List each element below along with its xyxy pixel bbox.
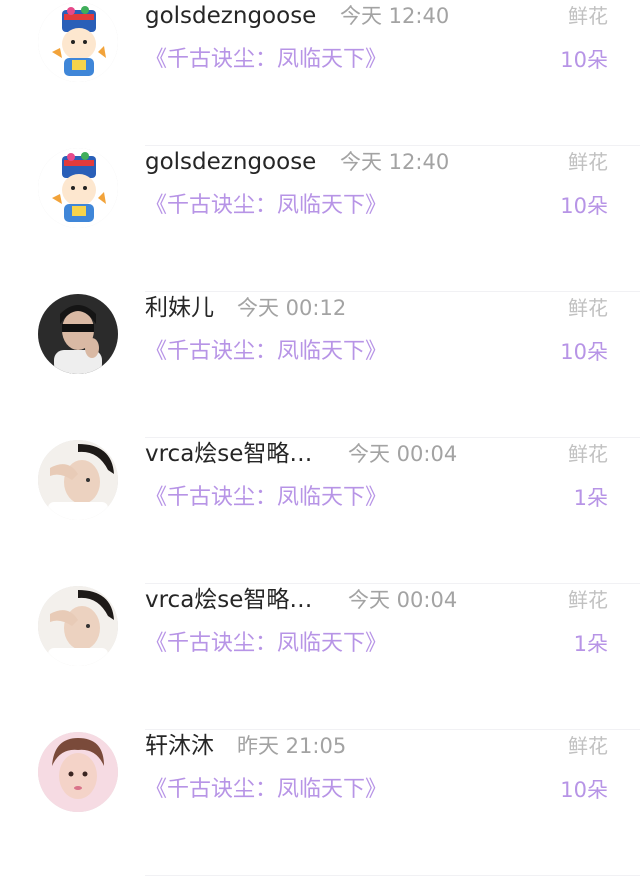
user-avatar[interactable] <box>38 294 118 374</box>
gift-count: 10朵 <box>560 48 608 72</box>
gift-type-label: 鲜花 <box>568 442 608 466</box>
dark-portrait-avatar-icon <box>38 294 118 374</box>
gift-time: 今天 00:04 <box>348 442 458 466</box>
gift-count: 1朵 <box>573 486 608 510</box>
gift-record-row[interactable]: golsdezngoose 今天 12:40 《千古诀尘：凤临天下》 鲜花 10… <box>0 146 640 292</box>
gift-record-row[interactable]: 利妹儿 今天 00:12 《千古诀尘：凤临天下》 鲜花 10朵 <box>0 292 640 438</box>
book-title[interactable]: 《千古诀尘：凤临天下》 <box>145 770 387 810</box>
user-avatar[interactable] <box>38 2 118 82</box>
gift-record-row[interactable]: 轩沐沐 昨天 21:05 《千古诀尘：凤临天下》 鲜花 10朵 <box>0 730 640 876</box>
user-avatar[interactable] <box>38 732 118 812</box>
gift-count: 1朵 <box>573 632 608 656</box>
book-title[interactable]: 《千古诀尘：凤临天下》 <box>145 624 387 664</box>
pink-portrait-avatar-icon <box>38 732 118 812</box>
gift-time: 今天 12:40 <box>340 4 450 28</box>
book-title[interactable]: 《千古诀尘：凤临天下》 <box>145 478 387 518</box>
gift-type-label: 鲜花 <box>568 734 608 758</box>
user-avatar[interactable] <box>38 586 118 666</box>
username[interactable]: vrca烩se智略… <box>145 432 312 476</box>
gift-record-row[interactable]: golsdezngoose 今天 12:40 《千古诀尘：凤临天下》 鲜花 10… <box>0 0 640 146</box>
username[interactable]: golsdezngoose <box>145 140 316 184</box>
user-avatar[interactable] <box>38 148 118 228</box>
gift-time: 今天 00:12 <box>237 296 347 320</box>
gift-type-label: 鲜花 <box>568 296 608 320</box>
light-portrait-avatar-icon <box>38 440 118 520</box>
username[interactable]: golsdezngoose <box>145 0 316 38</box>
gift-type-label: 鲜花 <box>568 150 608 174</box>
gift-record-row[interactable]: vrca烩se智略… 今天 00:04 《千古诀尘：凤临天下》 鲜花 1朵 <box>0 584 640 730</box>
light-portrait-avatar-icon <box>38 586 118 666</box>
username[interactable]: vrca烩se智略… <box>145 578 312 622</box>
gift-time: 今天 12:40 <box>340 150 450 174</box>
gift-type-label: 鲜花 <box>568 588 608 612</box>
gift-count: 10朵 <box>560 194 608 218</box>
book-title[interactable]: 《千古诀尘：凤临天下》 <box>145 40 387 80</box>
book-title[interactable]: 《千古诀尘：凤临天下》 <box>145 186 387 226</box>
gift-time: 今天 00:04 <box>348 588 458 612</box>
cartoon-costume-avatar-icon <box>38 2 118 82</box>
username[interactable]: 利妹儿 <box>145 286 214 330</box>
gift-time: 昨天 21:05 <box>237 734 347 758</box>
gift-type-label: 鲜花 <box>568 4 608 28</box>
gift-record-list: golsdezngoose 今天 12:40 《千古诀尘：凤临天下》 鲜花 10… <box>0 0 640 876</box>
gift-record-row[interactable]: vrca烩se智略… 今天 00:04 《千古诀尘：凤临天下》 鲜花 1朵 <box>0 438 640 584</box>
username[interactable]: 轩沐沐 <box>145 724 214 768</box>
gift-count: 10朵 <box>560 778 608 802</box>
book-title[interactable]: 《千古诀尘：凤临天下》 <box>145 332 387 372</box>
cartoon-costume-avatar-icon <box>38 148 118 228</box>
user-avatar[interactable] <box>38 440 118 520</box>
gift-count: 10朵 <box>560 340 608 364</box>
